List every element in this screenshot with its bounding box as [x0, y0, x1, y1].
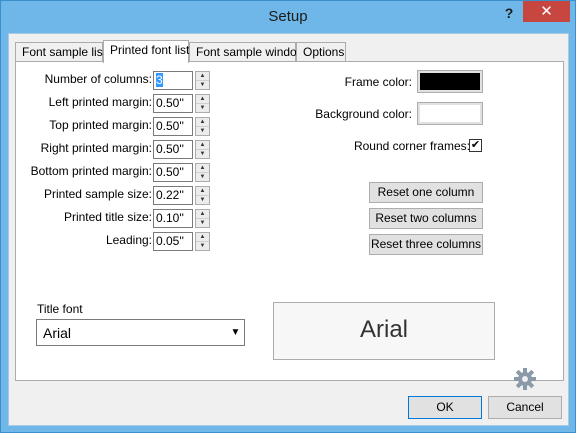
ok-button[interactable]: OK: [408, 396, 482, 419]
columns-input[interactable]: 3: [153, 71, 193, 90]
left-margin-label: Left printed margin:: [48, 95, 152, 109]
spin-down-icon[interactable]: ▼: [196, 80, 209, 88]
spin-up-icon[interactable]: ▲: [196, 72, 209, 80]
sample-size-label: Printed sample size:: [43, 187, 152, 201]
chevron-down-icon[interactable]: ▼: [227, 320, 244, 345]
spin-down-icon[interactable]: ▼: [196, 172, 209, 180]
spin-down-icon[interactable]: ▼: [196, 126, 209, 134]
background-color-label: Background color:: [315, 107, 412, 121]
frame-color-swatch: [420, 73, 480, 90]
gear-icon[interactable]: [514, 368, 536, 390]
tab-options[interactable]: Options: [296, 42, 346, 62]
font-preview-box: Arial: [273, 302, 495, 360]
tab-font-sample-list[interactable]: Font sample list: [15, 42, 106, 62]
spin-up-icon[interactable]: ▲: [196, 164, 209, 172]
tab-printed-font-list[interactable]: Printed font list: [103, 40, 189, 63]
left-margin-stepper: 0.50'' ▲ ▼: [153, 94, 213, 113]
top-margin-input[interactable]: 0.50'': [153, 117, 193, 136]
columns-label: Number of columns:: [44, 72, 152, 86]
top-margin-stepper: 0.50'' ▲ ▼: [153, 117, 213, 136]
bottom-margin-input[interactable]: 0.50'': [153, 163, 193, 182]
right-margin-stepper: 0.50'' ▲ ▼: [153, 140, 213, 159]
help-button[interactable]: ?: [498, 4, 520, 22]
spin-up-icon[interactable]: ▲: [196, 210, 209, 218]
title-size-label: Printed title size:: [63, 210, 152, 224]
spin-up-icon[interactable]: ▲: [196, 118, 209, 126]
leading-stepper: 0.05'' ▲ ▼: [153, 232, 213, 251]
title-font-select[interactable]: Arial ▼: [36, 319, 245, 346]
bottom-margin-label: Bottom printed margin:: [30, 164, 152, 178]
spin-down-icon[interactable]: ▼: [196, 218, 209, 226]
check-icon: ✔: [470, 139, 481, 151]
close-button[interactable]: ✕: [523, 1, 570, 22]
right-margin-input[interactable]: 0.50'': [153, 140, 193, 159]
leading-label: Leading:: [105, 233, 152, 247]
bottom-margin-spin-buttons[interactable]: ▲ ▼: [195, 163, 210, 182]
reset-two-columns-button[interactable]: Reset two columns: [369, 208, 483, 229]
reset-one-column-button[interactable]: Reset one column: [369, 182, 483, 203]
printed-font-list-panel: Number of columns: 3 ▲ ▼ Left printed mar…: [15, 61, 564, 390]
spin-up-icon[interactable]: ▲: [196, 95, 209, 103]
spin-down-icon[interactable]: ▼: [196, 149, 209, 157]
spin-down-icon[interactable]: ▼: [196, 103, 209, 111]
background-color-swatch: [420, 105, 480, 122]
title-size-spin-buttons[interactable]: ▲ ▼: [195, 209, 210, 228]
round-corners-label: Round corner frames:: [353, 139, 470, 153]
title-size-stepper: 0.10'' ▲ ▼: [153, 209, 213, 228]
title-font-value: Arial: [43, 325, 72, 341]
frame-color-label: Frame color:: [344, 75, 412, 89]
sample-size-spin-buttons[interactable]: ▲ ▼: [195, 186, 210, 205]
leading-input[interactable]: 0.05'': [153, 232, 193, 251]
spin-up-icon[interactable]: ▲: [196, 233, 209, 241]
columns-stepper: 3 ▲ ▼: [153, 71, 213, 90]
top-margin-label: Top printed margin:: [49, 118, 152, 132]
window-title: Setup: [268, 8, 308, 25]
dialog-client: Font sample list Printed font list Font …: [8, 33, 569, 426]
reset-three-columns-button[interactable]: Reset three columns: [369, 234, 483, 255]
frame-color-button[interactable]: [417, 70, 483, 93]
spin-up-icon[interactable]: ▲: [196, 187, 209, 195]
setup-window: Setup ? ✕ Font sample list Printed font …: [0, 0, 576, 433]
right-margin-label: Right printed margin:: [40, 141, 152, 155]
left-margin-spin-buttons[interactable]: ▲ ▼: [195, 94, 210, 113]
font-preview-text: Arial: [359, 316, 408, 343]
spin-up-icon[interactable]: ▲: [196, 141, 209, 149]
columns-spin-buttons[interactable]: ▲ ▼: [195, 71, 210, 90]
cancel-button[interactable]: Cancel: [488, 396, 562, 419]
background-color-button[interactable]: [417, 102, 483, 125]
title-size-input[interactable]: 0.10'': [153, 209, 193, 228]
sample-size-input[interactable]: 0.22'': [153, 186, 193, 205]
title-font-label: Title font: [37, 302, 83, 316]
right-margin-spin-buttons[interactable]: ▲ ▼: [195, 140, 210, 159]
sample-size-stepper: 0.22'' ▲ ▼: [153, 186, 213, 205]
title-bar: Setup ? ✕: [1, 1, 575, 33]
tab-font-sample-window[interactable]: Font sample window: [189, 42, 305, 62]
bottom-margin-stepper: 0.50'' ▲ ▼: [153, 163, 213, 182]
spin-down-icon[interactable]: ▼: [196, 241, 209, 249]
round-corners-checkbox[interactable]: ✔: [469, 139, 482, 152]
spin-down-icon[interactable]: ▼: [196, 195, 209, 203]
left-margin-input[interactable]: 0.50'': [153, 94, 193, 113]
top-margin-spin-buttons[interactable]: ▲ ▼: [195, 117, 210, 136]
leading-spin-buttons[interactable]: ▲ ▼: [195, 232, 210, 251]
